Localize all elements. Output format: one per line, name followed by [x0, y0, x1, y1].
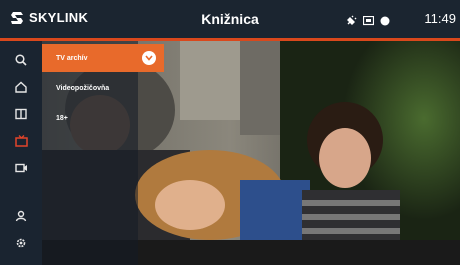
- sidebar-item-video[interactable]: [9, 157, 33, 179]
- sidebar: [0, 41, 42, 265]
- menu-item-adult[interactable]: 18+: [42, 104, 164, 132]
- screen-icon: [362, 13, 375, 31]
- menu-item-label: Videopožičovňa: [56, 84, 110, 92]
- tv-screen: SKYLINK Knižnica 11:49 TV archív Videopo…: [0, 0, 460, 265]
- record-dot-icon: [380, 13, 390, 31]
- tv-icon: [14, 135, 28, 147]
- sidebar-item-search[interactable]: [9, 49, 33, 71]
- menu-item-tv-archive[interactable]: TV archív: [42, 44, 164, 72]
- menu-item-video-rental[interactable]: Videopožičovňa: [42, 74, 164, 102]
- library-menu: TV archív Videopožičovňa 18+: [42, 41, 164, 265]
- chevron-down-icon: [142, 51, 156, 65]
- sidebar-item-tv[interactable]: [9, 130, 33, 152]
- sidebar-item-library[interactable]: [9, 103, 33, 125]
- menu-item-label: 18+: [56, 114, 68, 122]
- status-icons: [346, 13, 390, 31]
- book-icon: [15, 108, 27, 120]
- video-camera-icon: [14, 163, 27, 173]
- sidebar-item-profile[interactable]: [9, 205, 33, 227]
- plug-icon: [346, 13, 357, 31]
- user-icon: [15, 210, 27, 222]
- sidebar-item-home[interactable]: [9, 76, 33, 98]
- clock: 11:49: [424, 11, 456, 26]
- page-title: Knižnica: [201, 11, 259, 27]
- search-icon: [15, 54, 27, 66]
- home-icon: [15, 81, 27, 93]
- settings-gear-icon: [16, 238, 26, 248]
- sidebar-item-settings[interactable]: [9, 232, 33, 254]
- top-bar: SKYLINK Knižnica 11:49: [0, 0, 460, 38]
- menu-item-label: TV archív: [56, 54, 88, 62]
